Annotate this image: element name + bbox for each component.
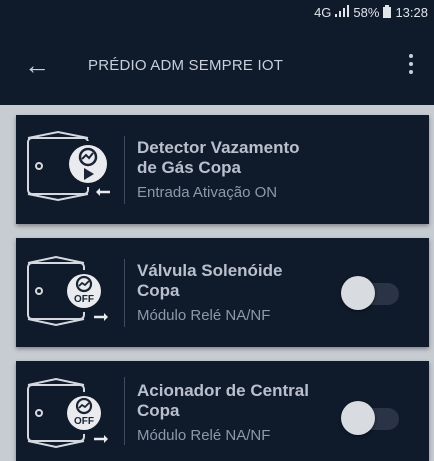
relay-off-icon: OFF (24, 371, 120, 451)
device-subtitle: Módulo Relé NA/NF (137, 307, 271, 324)
device-title: Detector Vazamento (137, 138, 300, 157)
relay-toggle-switch[interactable] (341, 401, 401, 435)
app-bar: ← PRÉDIO ADM SEMPRE IOT (0, 25, 434, 105)
gas-detector-play-icon (24, 130, 120, 210)
device-subtitle: Entrada Ativação ON (137, 184, 278, 201)
relay-off-label: OFF (74, 416, 94, 427)
device-card-solenoid-valve[interactable]: OFF Válvula Solenóide Copa Módulo Relé N… (16, 238, 429, 347)
battery-percent: 58% (353, 5, 380, 20)
card-divider (124, 258, 125, 327)
device-title: Acionador de Central (137, 380, 309, 400)
device-title-line2: de Gás Copa (137, 158, 241, 177)
more-vertical-icon[interactable] (406, 49, 416, 79)
device-card-central-trigger[interactable]: OFF Acionador de Central Copa Módulo Rel… (16, 361, 429, 461)
battery-icon (383, 4, 392, 21)
toggle-thumb (341, 401, 375, 435)
card-divider (124, 377, 125, 445)
status-bar: 4G 58% 13:28 (0, 0, 434, 25)
device-title-line2: Copa (137, 400, 180, 420)
toggle-thumb (341, 276, 375, 310)
signal-bars-icon (335, 5, 350, 20)
device-title: Válvula Solenóide (137, 261, 283, 280)
arrow-left-icon[interactable]: ← (22, 50, 52, 80)
relay-off-label: OFF (74, 294, 94, 305)
device-subtitle: Módulo Relé NA/NF (137, 426, 271, 444)
network-type: 4G (314, 5, 332, 20)
relay-toggle-switch[interactable] (341, 276, 401, 310)
relay-off-icon: OFF (24, 253, 120, 333)
page-title: PRÉDIO ADM SEMPRE IOT (88, 56, 284, 74)
device-card-gas-detector[interactable]: Detector Vazamento de Gás Copa Entrada A… (16, 115, 429, 224)
device-title-line2: Copa (137, 281, 180, 300)
clock: 13:28 (395, 5, 428, 20)
card-divider (124, 135, 125, 204)
